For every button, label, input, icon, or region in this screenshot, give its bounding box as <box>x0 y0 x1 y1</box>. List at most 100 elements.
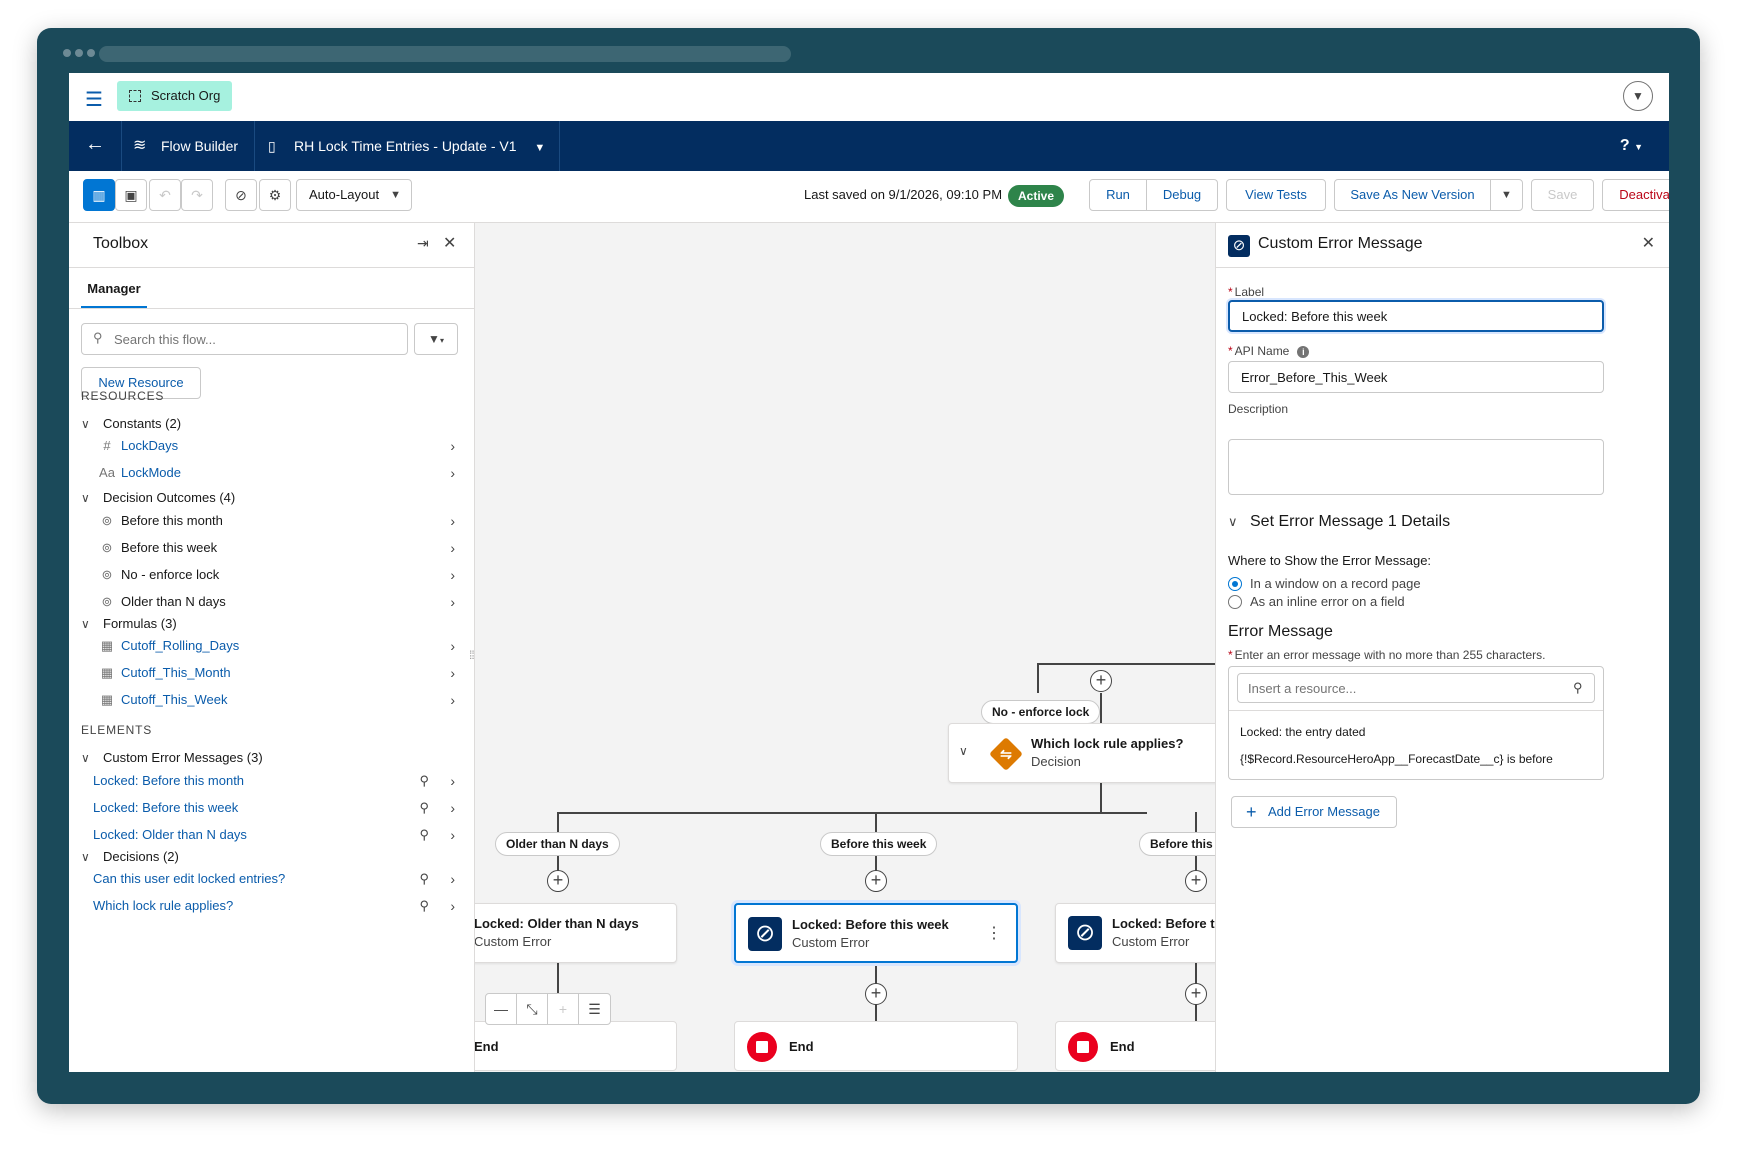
chevron-down-icon: ∨ <box>81 417 90 431</box>
connector <box>1100 693 1102 723</box>
chevron-down-icon[interactable]: ▼ <box>1623 81 1653 111</box>
divider <box>69 308 475 309</box>
resize-grip-icon[interactable]: ⁞⁞ <box>469 648 475 662</box>
back-arrow-icon[interactable]: ← <box>83 133 107 156</box>
add-element-icon[interactable]: + <box>865 983 887 1005</box>
filter-button[interactable]: ▼▾ <box>414 323 458 355</box>
save-as-new-version-button[interactable]: Save As New Version <box>1334 179 1491 211</box>
add-element-icon[interactable]: + <box>1090 670 1112 692</box>
view-tests-button[interactable]: View Tests <box>1226 179 1326 211</box>
redo-button[interactable]: ↷ <box>181 179 213 211</box>
resource-item[interactable]: Aa LockMode › <box>97 460 469 486</box>
group-decisions[interactable]: ∨ Decisions (2) <box>81 846 179 868</box>
outcome-label[interactable]: No - enforce lock <box>981 700 1101 724</box>
element-item[interactable]: Can this user edit locked entries? ⚲ › <box>93 866 469 892</box>
tab-manager[interactable]: Manager <box>81 277 147 309</box>
search-input[interactable] <box>81 323 408 355</box>
decision-node[interactable]: ∨ ⇋ Which lock rule applies? Decision <box>948 723 1215 783</box>
end-node[interactable]: End <box>1055 1021 1215 1071</box>
fit-to-view-icon[interactable]: ⤡ <box>517 994 548 1024</box>
errors-button[interactable]: ⊘ <box>225 179 257 211</box>
outcome-label[interactable]: Older than N days <box>495 832 620 856</box>
chevron-down-icon: ∨ <box>1228 514 1238 529</box>
error-message-editor[interactable]: ⚲ Locked: the entry dated {!$Record.Reso… <box>1228 666 1604 780</box>
resource-item[interactable]: # LockDays › <box>97 433 469 459</box>
radio-record-page-window[interactable]: In a window on a record page <box>1228 575 1421 593</box>
add-element-icon[interactable]: + <box>1185 983 1207 1005</box>
collapse-panel-icon[interactable]: ⇥ <box>417 235 429 252</box>
chevron-down-icon: ∨ <box>81 617 90 631</box>
label-field[interactable] <box>1228 300 1604 332</box>
chevron-right-icon: › <box>450 827 455 843</box>
api-name-field[interactable] <box>1228 361 1604 393</box>
undo-button[interactable]: ↶ <box>149 179 181 211</box>
end-node[interactable]: End <box>475 1021 677 1071</box>
element-label: Which lock rule applies? <box>93 898 234 913</box>
settings-gear-button[interactable]: ⚙ <box>259 179 291 211</box>
group-label: Constants (2) <box>103 416 182 431</box>
resource-item[interactable]: ⊚ No - enforce lock › <box>97 562 469 588</box>
resource-item[interactable]: ▦ Cutoff_Rolling_Days › <box>97 633 469 659</box>
group-constants[interactable]: ∨ Constants (2) <box>81 413 181 435</box>
flow-canvas[interactable]: No - enforce lock + ∨ ⇋ Which lock rule … <box>475 223 1215 1072</box>
search-icon[interactable]: ⚲ <box>419 822 429 848</box>
outcome-label[interactable]: Before this month <box>1139 832 1215 856</box>
text-icon: Aa <box>99 465 115 480</box>
resource-item[interactable]: ▦ Cutoff_This_Week › <box>97 687 469 713</box>
select-elements-button[interactable]: ▣ <box>115 179 147 211</box>
chevron-down-icon[interactable]: ∨ <box>959 744 968 758</box>
resource-item[interactable]: ⊚ Before this month › <box>97 508 469 534</box>
description-field[interactable] <box>1228 439 1604 495</box>
element-item[interactable]: Locked: Before this month ⚲ › <box>93 768 469 794</box>
resource-item[interactable]: ⊚ Older than N days › <box>97 589 469 615</box>
search-icon[interactable]: ⚲ <box>419 795 429 821</box>
help-menu[interactable]: ? ▼ <box>1620 121 1643 171</box>
menu-icon[interactable]: ☰ <box>85 87 103 112</box>
info-icon[interactable]: i <box>1297 346 1310 358</box>
outcome-label[interactable]: Before this week <box>820 832 938 856</box>
group-decision-outcomes[interactable]: ∨ Decision Outcomes (4) <box>81 487 235 509</box>
zoom-in-icon[interactable]: + <box>548 994 579 1024</box>
resource-item[interactable]: ▦ Cutoff_This_Month › <box>97 660 469 686</box>
search-icon[interactable]: ⚲ <box>419 768 429 794</box>
radio-inline-field[interactable]: As an inline error on a field <box>1228 593 1405 611</box>
resource-label: Cutoff_This_Month <box>121 665 231 680</box>
custom-error-node[interactable]: Locked: Older than N days Custom Error <box>475 903 677 963</box>
toggle-toolbox-button[interactable]: ▥ <box>83 179 115 211</box>
element-item[interactable]: Which lock rule applies? ⚲ › <box>93 893 469 919</box>
group-formulas[interactable]: ∨ Formulas (3) <box>81 613 177 635</box>
insert-resource-input[interactable] <box>1237 673 1595 703</box>
layout-mode-select[interactable]: Auto-Layout ▼ <box>296 179 412 211</box>
panel-title: Custom Error Message <box>1258 235 1423 252</box>
calendar-icon: ▦ <box>100 638 114 653</box>
deactivate-button[interactable]: Deactivate <box>1602 179 1669 211</box>
custom-error-node[interactable]: ⊘ Locked: Before this month Custom Error <box>1055 903 1215 963</box>
group-label: Decisions (2) <box>103 849 179 864</box>
search-icon[interactable]: ⚲ <box>419 866 429 892</box>
add-element-icon[interactable]: + <box>865 870 887 892</box>
add-element-icon[interactable]: + <box>1185 870 1207 892</box>
resource-item[interactable]: ⊚ Before this week › <box>97 535 469 561</box>
chevron-right-icon: › <box>450 567 455 583</box>
add-element-icon[interactable]: + <box>547 870 569 892</box>
save-button[interactable]: Save <box>1531 179 1594 211</box>
close-icon[interactable]: ✕ <box>1642 233 1655 253</box>
group-custom-errors[interactable]: ∨ Custom Error Messages (3) <box>81 747 263 769</box>
add-error-message-button[interactable]: + Add Error Message <box>1231 796 1397 828</box>
connector <box>557 812 1147 814</box>
reset-view-icon[interactable]: ☰ <box>579 994 610 1024</box>
end-node[interactable]: End <box>734 1021 1018 1071</box>
element-item[interactable]: Locked: Before this week ⚲ › <box>93 795 469 821</box>
group-label: Custom Error Messages (3) <box>103 750 263 765</box>
custom-error-node-selected[interactable]: ⊘ Locked: Before this week Custom Error … <box>734 903 1018 963</box>
element-item[interactable]: Locked: Older than N days ⚲ › <box>93 822 469 848</box>
debug-button[interactable]: Debug <box>1146 179 1218 211</box>
run-button[interactable]: Run <box>1089 179 1147 211</box>
zoom-out-icon[interactable]: — <box>486 994 517 1024</box>
more-actions-icon[interactable]: ⋮ <box>986 923 1002 943</box>
flow-name-menu[interactable]: ▯ RH Lock Time Entries - Update - V1 ▼ <box>268 121 545 171</box>
search-icon[interactable]: ⚲ <box>419 893 429 919</box>
save-options-chevron-icon[interactable]: ▼ <box>1490 179 1523 211</box>
close-icon[interactable]: ✕ <box>443 233 456 253</box>
section-toggle[interactable]: ∨ Set Error Message 1 Details <box>1228 513 1450 531</box>
